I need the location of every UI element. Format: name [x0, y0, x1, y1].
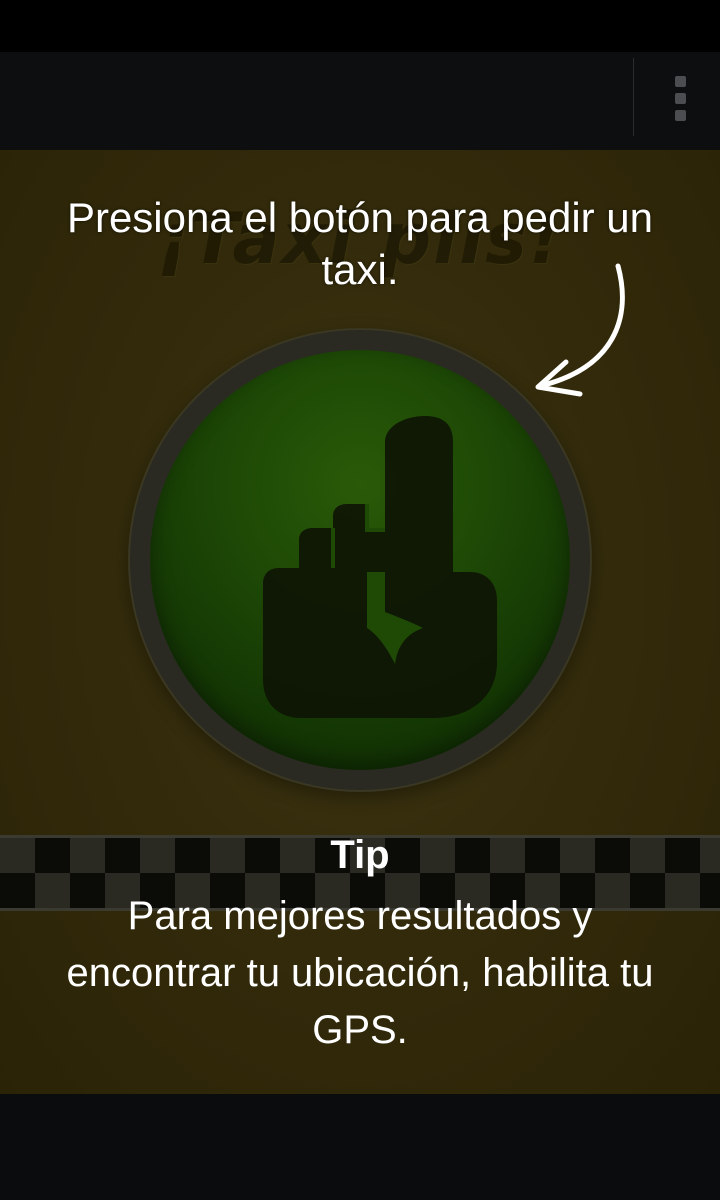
tip-title: Tip: [330, 833, 390, 877]
overflow-menu-button[interactable]: [652, 60, 708, 136]
screen: ¡Taxi plis! Presiona el botón para pedir…: [0, 0, 720, 1200]
curved-arrow-icon: [535, 263, 625, 397]
request-taxi-button-face: [150, 350, 570, 770]
action-bar-divider: [633, 58, 634, 136]
pointing-hand-icon: [263, 416, 497, 718]
main-content: ¡Taxi plis! Presiona el botón para pedir…: [0, 150, 720, 1094]
request-taxi-button[interactable]: [130, 330, 590, 790]
navigation-bar: [0, 1094, 720, 1200]
overflow-menu-icon-dot: [674, 109, 686, 121]
overflow-menu-icon: [674, 75, 686, 87]
tip-body: Para mejores resultados y encontrar tu u…: [66, 894, 654, 1052]
status-bar: [0, 0, 720, 52]
action-bar: [0, 52, 720, 150]
overflow-menu-icon-dot: [674, 92, 686, 104]
